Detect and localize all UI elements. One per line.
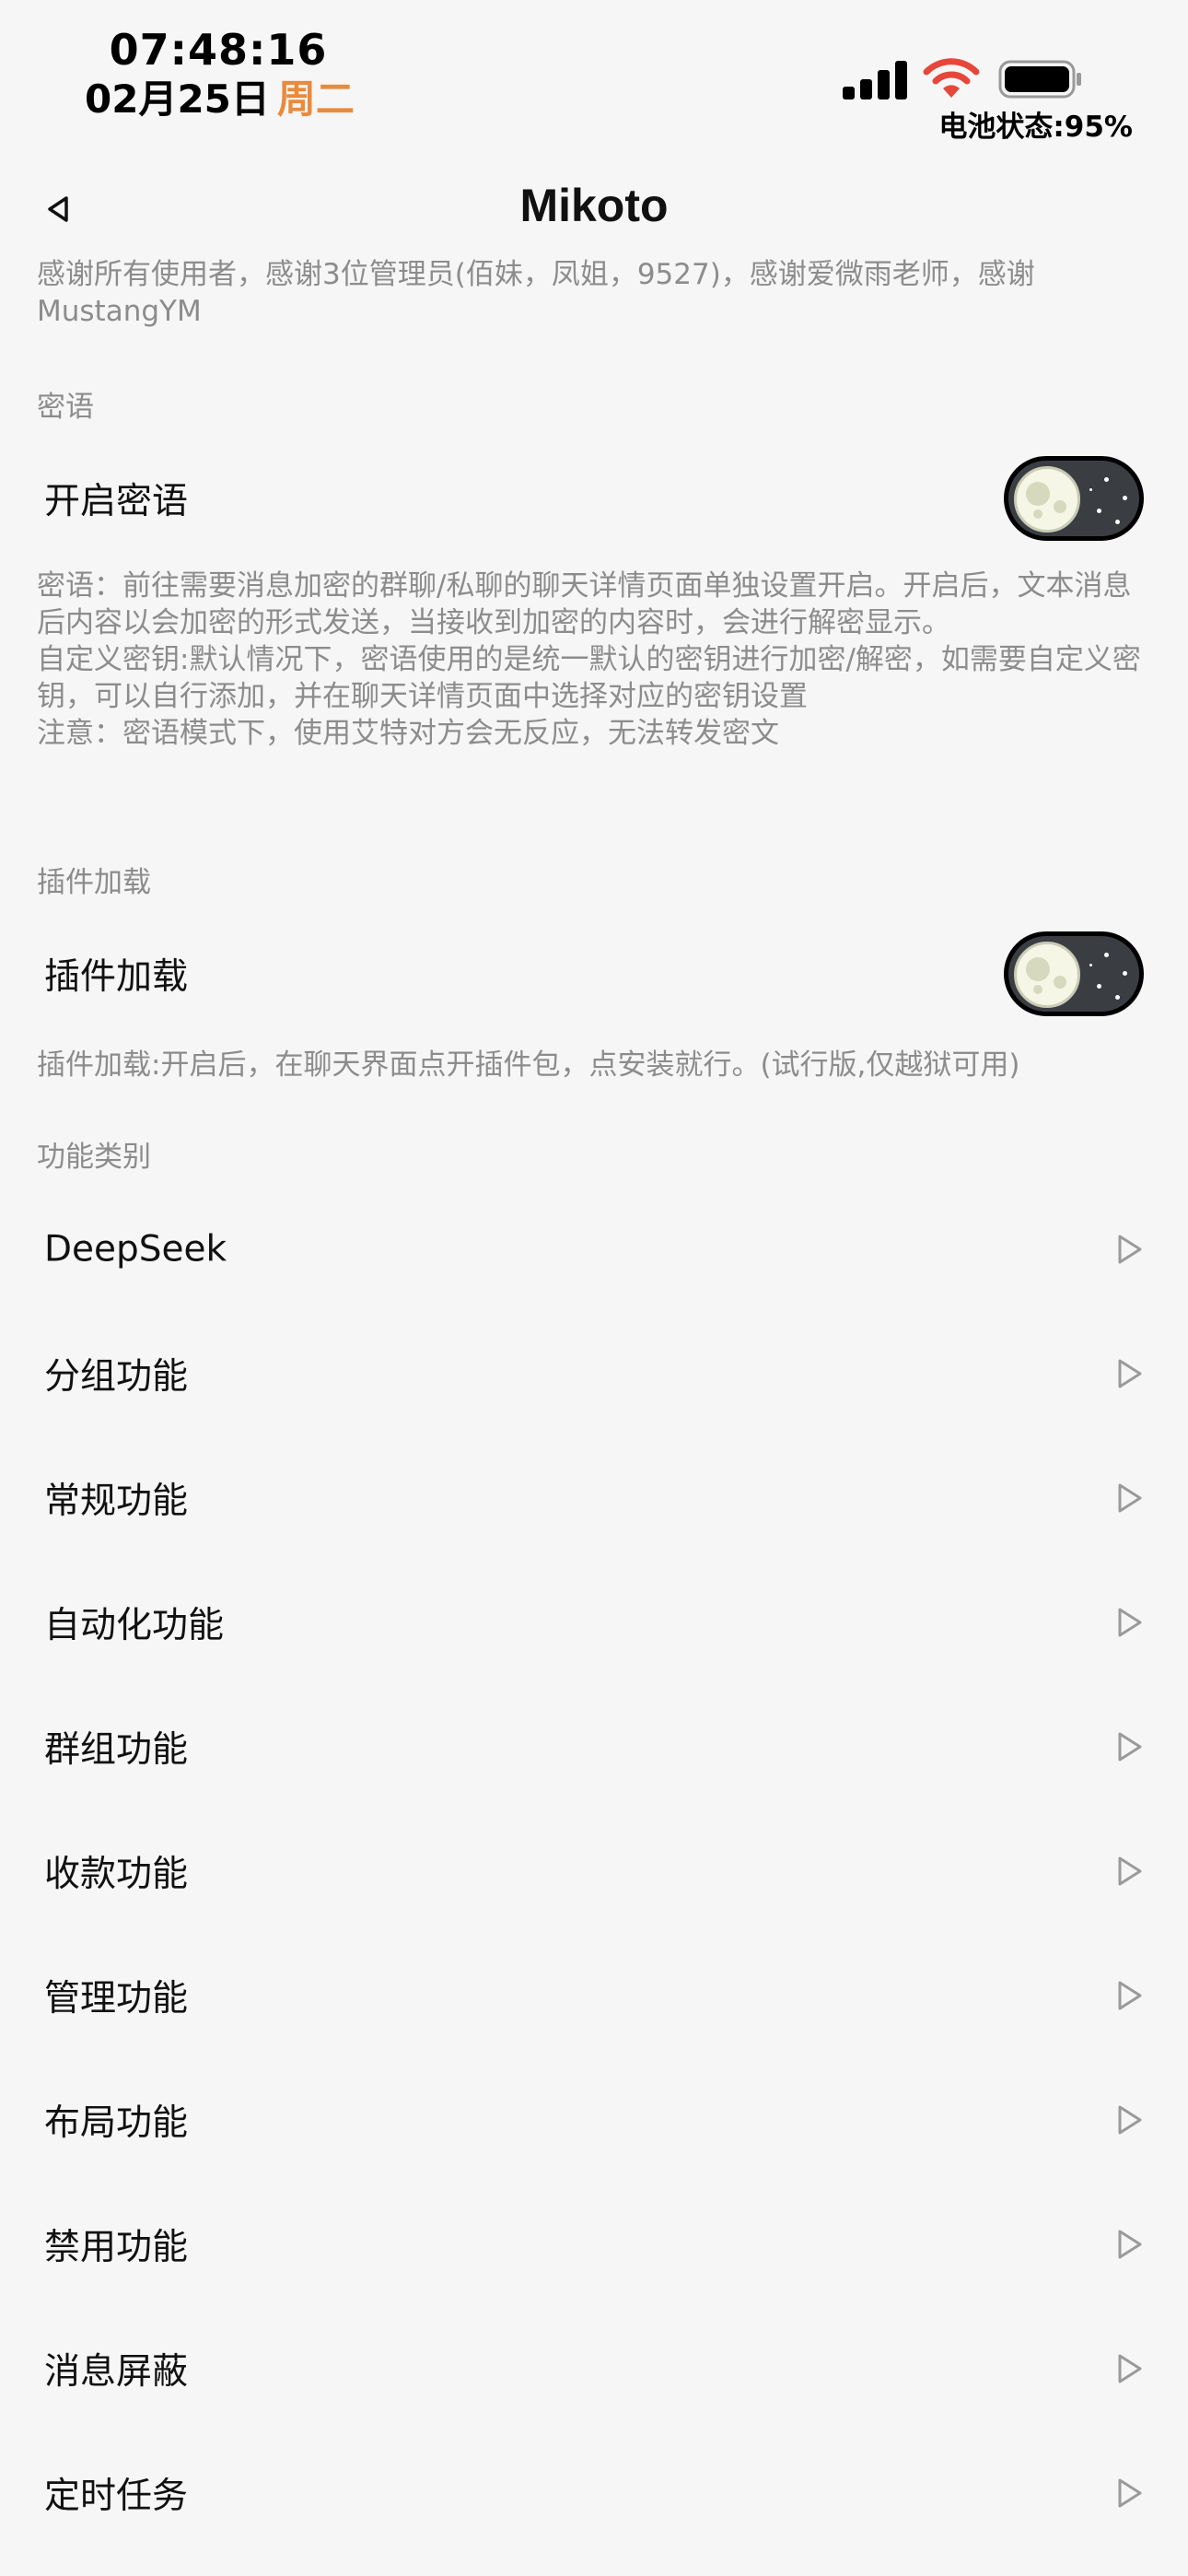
category-item-general[interactable]: 常规功能	[0, 1436, 1188, 1560]
category-item-label: 常规功能	[44, 1481, 189, 1522]
category-item-label: 管理功能	[44, 1978, 189, 2020]
category-item-label: 分组功能	[44, 1356, 189, 1398]
category-item-management[interactable]: 管理功能	[0, 1934, 1188, 2057]
moon-knob-icon	[1014, 942, 1080, 1008]
wifi-icon	[923, 58, 980, 98]
section-header-plugin: 插件加载	[37, 866, 151, 899]
intro-text: 感谢所有使用者，感谢3位管理员(佰妹，凤姐，9527)，感谢爱微雨老师，感谢Mu…	[37, 258, 1035, 328]
category-item-disable[interactable]: 禁用功能	[0, 2183, 1188, 2306]
secret-description-line: 注意：密语模式下，使用艾特对方会无反应，无法转发密文	[37, 717, 779, 750]
plugin-toggle-switch[interactable]	[1004, 931, 1144, 1016]
chevron-right-icon	[1118, 1856, 1142, 1886]
category-item-group[interactable]: 分组功能	[0, 1312, 1188, 1435]
secret-toggle-row: 开启密语	[0, 437, 1188, 560]
category-item-label: 消息屏蔽	[44, 2351, 189, 2393]
chevron-right-icon	[1118, 1359, 1142, 1388]
battery-icon	[998, 60, 1081, 99]
cellular-signal-icon	[843, 59, 909, 100]
category-item-label: 收款功能	[44, 1854, 189, 1895]
plugin-toggle-label: 插件加载	[44, 956, 189, 998]
category-item-message-block[interactable]: 消息屏蔽	[0, 2307, 1188, 2430]
date-line: 02月25日 周二	[85, 76, 355, 123]
page-title: Mikoto	[519, 180, 669, 231]
chevron-right-icon	[1118, 2230, 1142, 2259]
category-item-automation[interactable]: 自动化功能	[0, 1561, 1188, 1684]
chevron-right-icon	[1118, 1981, 1142, 2010]
status-bar: 07:48:16 02月25日 周二 电池状态:95%	[0, 0, 1188, 147]
category-item-payment[interactable]: 收款功能	[0, 1809, 1188, 1933]
category-item-label: 群组功能	[44, 1729, 189, 1771]
category-item-label: 布局功能	[44, 2102, 189, 2144]
category-item-label: DeepSeek	[44, 1228, 227, 1270]
nav-bar: Mikoto	[0, 166, 1188, 252]
chevron-right-icon	[1118, 1483, 1142, 1513]
moon-knob-icon	[1014, 466, 1080, 533]
date: 02月25日	[85, 76, 270, 122]
clock: 07:48:16	[109, 25, 328, 75]
section-header-categories: 功能类别	[37, 1141, 151, 1174]
chevron-right-icon	[1118, 2478, 1142, 2508]
chevron-right-icon	[1118, 1608, 1142, 1637]
screen: 07:48:16 02月25日 周二 电池状态:95% Mikoto 感谢所有使…	[0, 0, 1188, 2576]
weekday: 周二	[276, 76, 355, 122]
secret-description-line: 密语：前往需要消息加密的群聊/私聊的聊天详情页面单独设置开启。开启后，文本消息后…	[37, 569, 1132, 639]
category-item-groups[interactable]: 群组功能	[0, 1685, 1188, 1809]
chevron-right-icon	[1118, 2105, 1142, 2135]
plugin-description: 插件加载:开启后，在聊天界面点开插件包，点安装就行。(试行版,仅越狱可用)	[37, 1048, 1020, 1082]
chevron-right-icon	[1118, 2354, 1142, 2383]
category-item-label: 禁用功能	[44, 2227, 189, 2268]
battery-status: 电池状态:95%	[938, 111, 1133, 144]
settings-list[interactable]: 感谢所有使用者，感谢3位管理员(佰妹，凤姐，9527)，感谢爱微雨老师，感谢Mu…	[0, 252, 1188, 2576]
secret-toggle-label: 开启密语	[44, 481, 189, 522]
category-item-scheduled-tasks[interactable]: 定时任务	[0, 2431, 1188, 2555]
category-item-deepseek[interactable]: DeepSeek	[0, 1188, 1188, 1311]
chevron-right-icon	[1118, 1732, 1142, 1762]
time-block: 07:48:16 02月25日 周二	[85, 24, 355, 123]
category-item-label: 自动化功能	[44, 1605, 225, 1646]
secret-description-line: 自定义密钥:默认情况下，密语使用的是统一默认的密钥进行加密/解密，如需要自定义密…	[37, 643, 1141, 713]
category-item-layout[interactable]: 布局功能	[0, 2058, 1188, 2182]
chevron-right-icon	[1118, 1235, 1142, 1264]
secret-toggle-switch[interactable]	[1004, 456, 1144, 541]
category-item-label: 定时任务	[44, 2476, 189, 2517]
section-header-secret: 密语	[37, 391, 94, 424]
secret-description: 密语：前往需要消息加密的群聊/私聊的聊天详情页面单独设置开启。开启后，文本消息后…	[37, 568, 1151, 752]
plugin-toggle-row: 插件加载	[0, 912, 1188, 1036]
